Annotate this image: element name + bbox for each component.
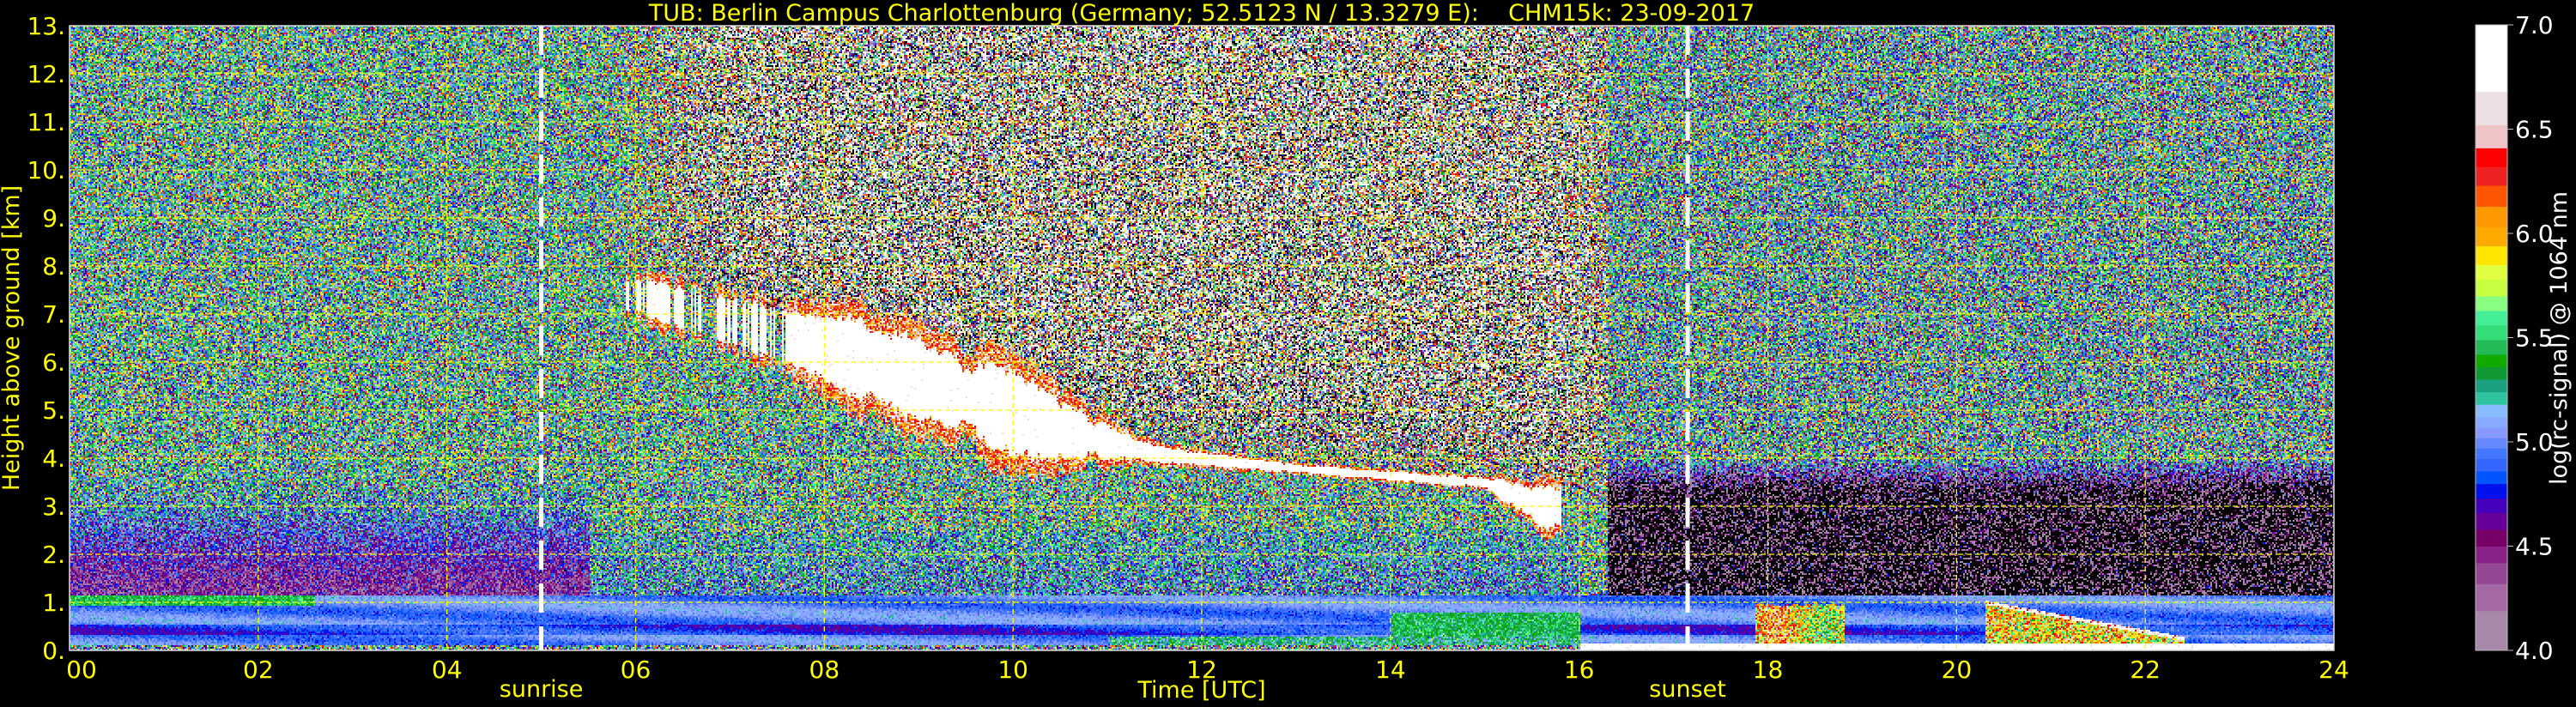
colorbar-band bbox=[2476, 148, 2507, 167]
colorbar-label: log(rc-signal) @ 1064 nm bbox=[2546, 191, 2573, 485]
colorbar-tick-label: 4.0 bbox=[2515, 637, 2554, 665]
y-tick-label: 7. bbox=[42, 300, 65, 329]
x-tick-label: 02 bbox=[243, 656, 274, 684]
y-axis-ticks: 0. 1. 2. 3. 4. 5. 6. 7. 8. 9. 10. 11. 12. 13. bbox=[27, 12, 65, 665]
colorbar-band bbox=[2476, 264, 2507, 280]
colorbar-band bbox=[2476, 512, 2507, 530]
colorbar-band bbox=[2476, 458, 2507, 472]
colorbar-band bbox=[2476, 379, 2507, 393]
colorbar bbox=[2476, 25, 2507, 651]
colorbar-band bbox=[2476, 366, 2507, 380]
colorbar-tick-label: 7.0 bbox=[2515, 11, 2554, 39]
x-axis-label: Time [UTC] bbox=[1136, 677, 1265, 704]
chart-title: TUB: Berlin Campus Charlottenburg (Germa… bbox=[648, 0, 1755, 27]
x-tick-label: 10 bbox=[997, 656, 1028, 684]
x-tick-label: 18 bbox=[1753, 656, 1784, 684]
colorbar-band bbox=[2476, 546, 2507, 564]
x-tick-label: 16 bbox=[1564, 656, 1595, 684]
colorbar-band bbox=[2476, 227, 2507, 247]
colorbar-band bbox=[2476, 610, 2507, 651]
colorbar-band bbox=[2476, 354, 2507, 368]
x-tick-label: 14 bbox=[1375, 656, 1406, 684]
y-tick-label: 3. bbox=[42, 492, 65, 521]
colorbar-band bbox=[2476, 245, 2507, 265]
y-tick-label: 8. bbox=[42, 252, 65, 281]
colorbar-band bbox=[2476, 279, 2507, 297]
y-tick-label: 0. bbox=[42, 637, 65, 665]
y-tick-label: 12. bbox=[27, 60, 65, 88]
x-tick-label: 00 bbox=[66, 656, 97, 684]
colorbar-band bbox=[2476, 562, 2507, 584]
colorbar-band bbox=[2476, 426, 2507, 438]
y-tick-label: 2. bbox=[42, 541, 65, 569]
sunrise-label: sunrise bbox=[500, 676, 584, 703]
colorbar-band bbox=[2476, 124, 2507, 148]
colorbar-band bbox=[2476, 185, 2507, 207]
colorbar-band bbox=[2476, 498, 2507, 514]
x-tick-label: 24 bbox=[2318, 656, 2349, 684]
grid-lines bbox=[70, 26, 2334, 650]
colorbar-band bbox=[2476, 438, 2507, 449]
colorbar-band bbox=[2476, 310, 2507, 326]
y-tick-label: 4. bbox=[42, 444, 65, 473]
colorbar-band bbox=[2476, 529, 2507, 547]
x-tick-label: 08 bbox=[809, 656, 840, 684]
colorbar-band bbox=[2476, 448, 2507, 459]
colorbar-band bbox=[2476, 324, 2507, 341]
sunset-label: sunset bbox=[1649, 676, 1726, 703]
colorbar-band bbox=[2476, 25, 2507, 93]
colorbar-band bbox=[2476, 404, 2507, 418]
colorbar-band bbox=[2476, 339, 2507, 355]
x-tick-label: 20 bbox=[1942, 656, 1973, 684]
y-tick-label: 10. bbox=[27, 156, 65, 184]
colorbar-band bbox=[2476, 471, 2507, 485]
y-tick-label: 1. bbox=[42, 589, 65, 617]
colorbar-band bbox=[2476, 583, 2507, 612]
x-tick-label: 22 bbox=[2130, 656, 2161, 684]
sun-annotations: sunrise sunset bbox=[500, 26, 1726, 703]
chart-overlay: sunrise sunset TUB: Berlin Campus Charlot… bbox=[0, 0, 2573, 704]
colorbar-tick-label: 4.5 bbox=[2515, 533, 2554, 561]
colorbar-band bbox=[2476, 295, 2507, 311]
colorbar-band bbox=[2476, 91, 2507, 126]
y-tick-label: 5. bbox=[42, 396, 65, 425]
y-tick-label: 9. bbox=[42, 204, 65, 233]
colorbar-band bbox=[2476, 391, 2507, 405]
x-tick-label: 06 bbox=[621, 656, 652, 684]
y-tick-label: 6. bbox=[42, 348, 65, 377]
x-tick-label: 04 bbox=[432, 656, 463, 684]
colorbar-band bbox=[2476, 206, 2507, 228]
colorbar-band bbox=[2476, 483, 2507, 499]
colorbar-tick-label: 6.5 bbox=[2515, 116, 2554, 144]
y-tick-label: 13. bbox=[27, 12, 65, 40]
colorbar-band bbox=[2476, 166, 2507, 186]
y-axis-label: Height above ground [km] bbox=[0, 185, 25, 491]
y-tick-label: 11. bbox=[27, 108, 65, 136]
colorbar-band bbox=[2476, 416, 2507, 428]
